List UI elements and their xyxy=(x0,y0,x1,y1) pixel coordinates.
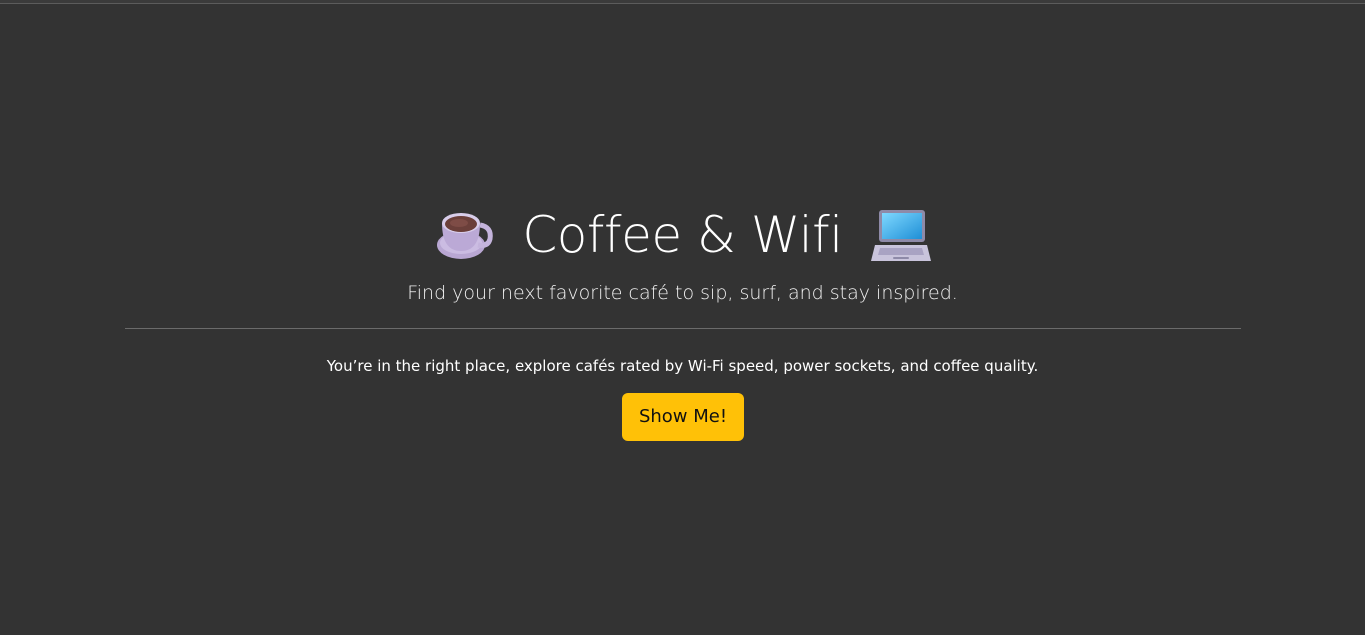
hero-section: Coffee & Wifi Find your next favorite ca… xyxy=(0,195,1365,307)
title-row: Coffee & Wifi xyxy=(0,195,1365,275)
coffee-cup-icon xyxy=(434,205,494,265)
page-title: Coffee & Wifi xyxy=(522,206,843,264)
intro-text: You’re in the right place, explore cafés… xyxy=(326,357,1039,375)
show-me-button[interactable]: Show Me! xyxy=(622,393,744,441)
laptop-icon xyxy=(870,205,931,265)
hero-subtitle: Find your next favorite café to sip, sur… xyxy=(407,282,958,304)
top-border xyxy=(0,0,1365,4)
divider xyxy=(125,328,1241,329)
